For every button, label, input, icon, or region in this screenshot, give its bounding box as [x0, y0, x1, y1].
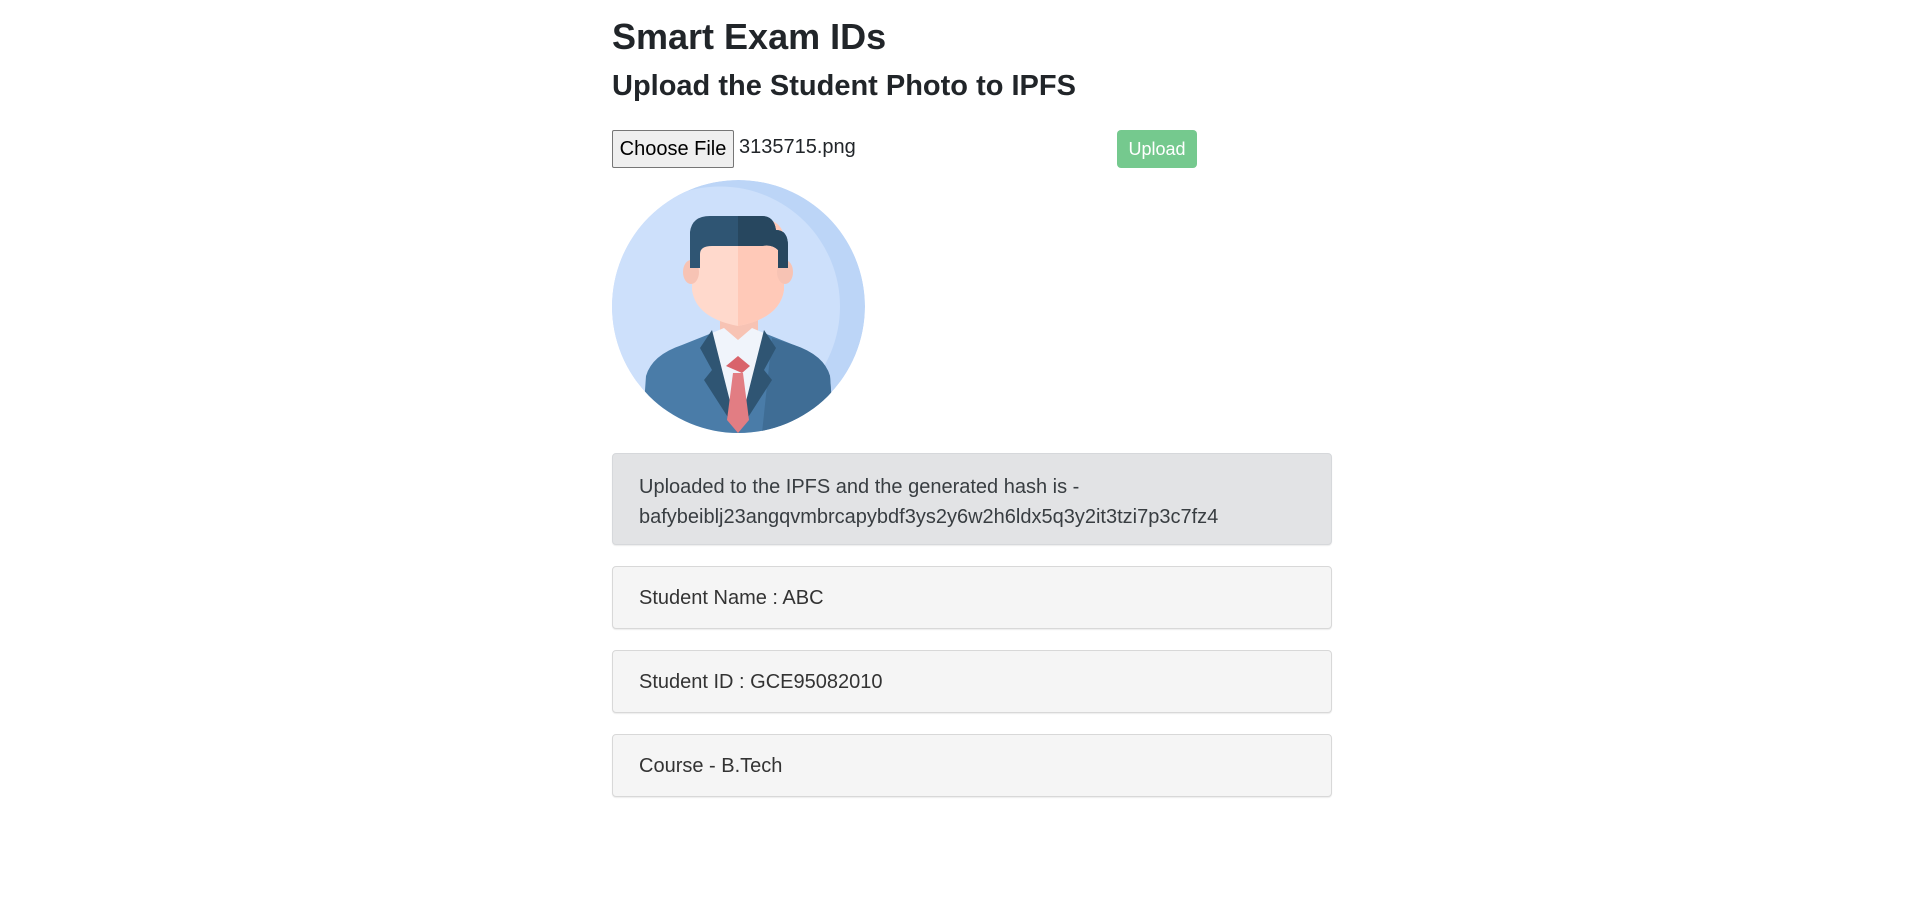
student-avatar-icon	[612, 180, 865, 433]
ipfs-hash-value: bafybeiblj23angqvmbrcapybdf3ys2y6w2h6ldx…	[639, 506, 1219, 528]
course-panel: Course - B.Tech	[612, 734, 1332, 797]
page-title: Smart Exam IDs	[612, 16, 887, 57]
ipfs-hash-panel: Uploaded to the IPFS and the generated h…	[612, 453, 1332, 545]
student-name-panel: Student Name : ABC	[612, 566, 1332, 629]
student-id-text: Student ID : GCE95082010	[639, 671, 883, 693]
course-text: Course - B.Tech	[639, 755, 783, 777]
file-upload-row: Choose File 3135715.png Upload	[612, 130, 1212, 168]
upload-status-text: Uploaded to the IPFS and the generated h…	[639, 476, 1080, 498]
selected-file-name: 3135715.png	[739, 136, 856, 158]
choose-file-button[interactable]: Choose File	[612, 130, 734, 168]
page-subtitle: Upload the Student Photo to IPFS	[612, 70, 1076, 102]
student-name-text: Student Name : ABC	[639, 587, 824, 609]
avatar-image	[612, 180, 865, 433]
upload-button[interactable]: Upload	[1117, 130, 1197, 168]
student-id-panel: Student ID : GCE95082010	[612, 650, 1332, 713]
